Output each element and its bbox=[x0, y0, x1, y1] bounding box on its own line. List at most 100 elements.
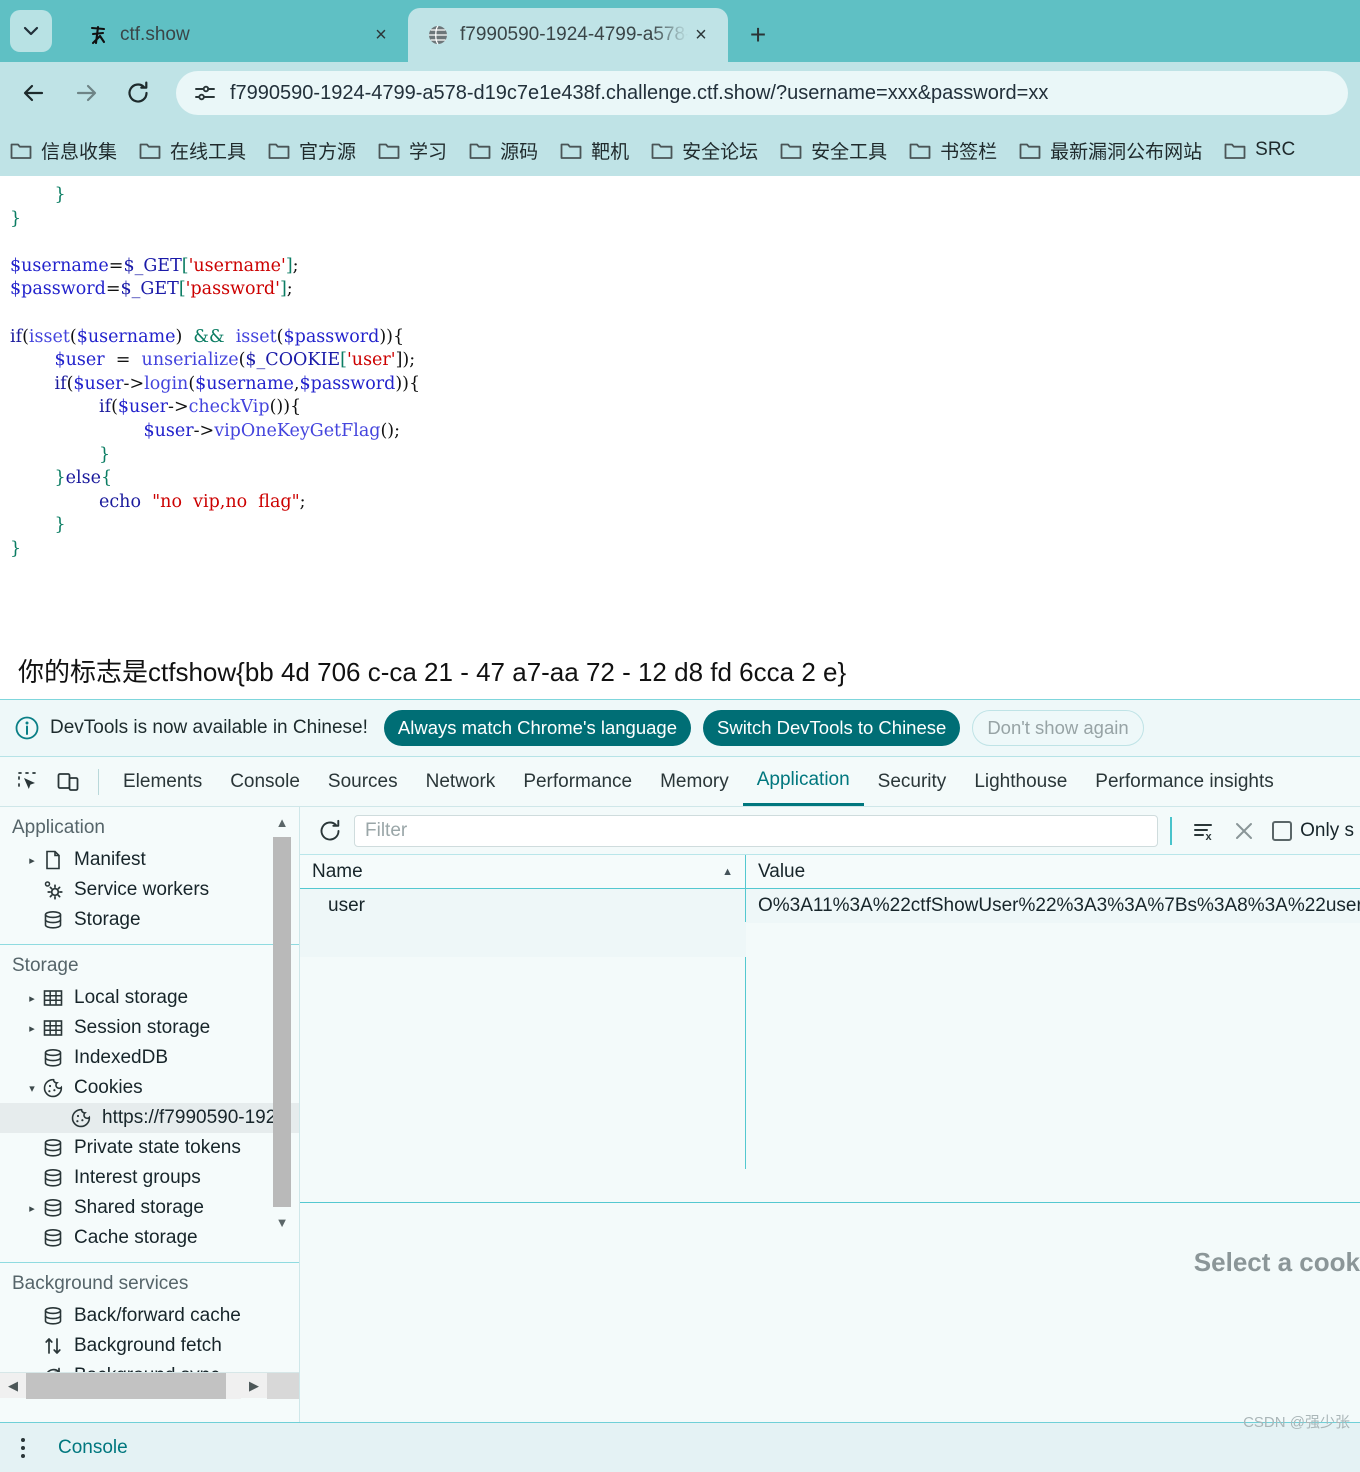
database-icon bbox=[40, 1197, 66, 1219]
drawer-more-options-icon[interactable] bbox=[10, 1438, 36, 1458]
forward-button[interactable] bbox=[64, 71, 108, 115]
switch-devtools-chinese-button[interactable]: Switch DevTools to Chinese bbox=[703, 710, 960, 746]
code-token: checkVip bbox=[189, 397, 270, 417]
sidebar-item-back-forward-cache[interactable]: ▸Back/forward cache bbox=[0, 1301, 299, 1331]
sidebar-item-manifest[interactable]: ▸Manifest bbox=[0, 845, 299, 875]
code-token: ) bbox=[175, 327, 193, 347]
expand-twisty-icon[interactable]: ▸ bbox=[24, 1202, 40, 1215]
devtools-tab-elements[interactable]: Elements bbox=[109, 757, 216, 806]
cookie-filter-input[interactable]: Filter bbox=[354, 815, 1158, 847]
sidebar-item-private-state-tokens[interactable]: ▸Private state tokens bbox=[0, 1133, 299, 1163]
tab-search-button[interactable] bbox=[10, 10, 52, 52]
sidebar-item-indexeddb[interactable]: ▸IndexedDB bbox=[0, 1043, 299, 1073]
sidebar-item-cookies[interactable]: ▾Cookies bbox=[0, 1073, 299, 1103]
table-row[interactable]: user O%3A11%3A%22ctfShowUser%22%3A3%3A%7… bbox=[300, 889, 1360, 923]
code-token: } bbox=[55, 515, 66, 535]
code-token: isset bbox=[29, 327, 70, 347]
scroll-down-arrow[interactable]: ▼ bbox=[273, 1211, 291, 1233]
bookmark-folder-0[interactable]: 信息收集 bbox=[10, 137, 117, 164]
code-token bbox=[141, 492, 152, 512]
sidebar-item-label: Shared storage bbox=[74, 1197, 204, 1219]
sidebar-item-session-storage[interactable]: ▸Session storage bbox=[0, 1013, 299, 1043]
refresh-icon[interactable] bbox=[312, 813, 348, 849]
gear-icon bbox=[40, 879, 66, 901]
clear-filtered-cookies-icon[interactable]: x bbox=[1184, 813, 1224, 849]
sidebar-item-label: Back/forward cache bbox=[74, 1305, 241, 1327]
hscroll-left-arrow[interactable]: ◀ bbox=[0, 1373, 26, 1399]
devtools-tab-sources[interactable]: Sources bbox=[314, 757, 412, 806]
code-token: echo bbox=[99, 492, 141, 512]
hscroll-thumb[interactable] bbox=[26, 1373, 226, 1399]
scroll-up-arrow[interactable]: ▲ bbox=[273, 811, 291, 833]
close-icon[interactable]: × bbox=[368, 22, 394, 48]
bookmark-folder-7[interactable]: 安全工具 bbox=[780, 137, 887, 164]
column-header-value[interactable]: Value bbox=[746, 855, 1360, 888]
sidebar-vertical-scrollbar[interactable]: ▲ ▼ bbox=[273, 811, 291, 1422]
code-token bbox=[10, 492, 99, 512]
browser-tab-2[interactable]: f7990590-1924-4799-a578-d × bbox=[408, 8, 728, 62]
devtools-tab-performance[interactable]: Performance bbox=[509, 757, 646, 806]
browser-tab-1[interactable]: ctf.show × bbox=[68, 8, 408, 62]
bookmark-folder-6[interactable]: 安全论坛 bbox=[651, 137, 758, 164]
folder-icon bbox=[1224, 140, 1246, 160]
bookmark-folder-10[interactable]: SRC bbox=[1224, 139, 1295, 161]
devtools-tab-security[interactable]: Security bbox=[864, 757, 961, 806]
bookmark-folder-8[interactable]: 书签栏 bbox=[909, 137, 997, 164]
reload-button[interactable] bbox=[116, 71, 160, 115]
sidebar-item-https-f7990590-192[interactable]: ▸https://f7990590-192 bbox=[0, 1103, 299, 1133]
new-tab-button[interactable]: + bbox=[736, 13, 780, 57]
devtools-tab-memory[interactable]: Memory bbox=[646, 757, 743, 806]
checkbox-box[interactable] bbox=[1272, 821, 1292, 841]
cookies-toolbar: Filter x Only s bbox=[300, 807, 1360, 855]
navigation-toolbar: f7990590-1924-4799-a578-d19c7e1e438f.cha… bbox=[0, 62, 1360, 124]
code-token: $username bbox=[77, 327, 176, 347]
code-token: ( bbox=[111, 397, 118, 417]
sidebar-item-cache-storage[interactable]: ▸Cache storage bbox=[0, 1223, 299, 1253]
code-token: ; bbox=[287, 279, 293, 299]
hscroll-track[interactable] bbox=[26, 1373, 241, 1399]
sidebar-item-storage[interactable]: ▸Storage bbox=[0, 905, 299, 935]
sidebar-item-interest-groups[interactable]: ▸Interest groups bbox=[0, 1163, 299, 1193]
close-icon[interactable]: × bbox=[688, 22, 714, 48]
bookmark-folder-4[interactable]: 源码 bbox=[469, 137, 538, 164]
php-source-code: }} $username=$_GET['username'];$password… bbox=[0, 176, 1360, 562]
device-toolbar-icon[interactable] bbox=[50, 764, 86, 800]
inspect-element-icon[interactable] bbox=[10, 764, 46, 800]
code-token bbox=[10, 350, 55, 370]
devtools-tab-performance-insights[interactable]: Performance insights bbox=[1081, 757, 1287, 806]
hscroll-right-arrow[interactable]: ▶ bbox=[241, 1373, 267, 1399]
code-line bbox=[10, 231, 1360, 255]
bookmark-folder-5[interactable]: 靶机 bbox=[560, 137, 629, 164]
expand-twisty-icon[interactable]: ▸ bbox=[24, 854, 40, 867]
clear-all-cookies-icon[interactable] bbox=[1224, 813, 1264, 849]
bookmark-folder-1[interactable]: 在线工具 bbox=[139, 137, 246, 164]
address-bar[interactable]: f7990590-1924-4799-a578-d19c7e1e438f.cha… bbox=[176, 71, 1348, 115]
sidebar-scroll-thumb[interactable] bbox=[273, 837, 291, 1207]
sidebar-item-local-storage[interactable]: ▸Local storage bbox=[0, 983, 299, 1013]
sidebar-item-background-fetch[interactable]: ▸Background fetch bbox=[0, 1331, 299, 1361]
bookmark-folder-9[interactable]: 最新漏洞公布网站 bbox=[1019, 137, 1202, 164]
column-header-name[interactable]: Name ▲ bbox=[300, 855, 746, 888]
devtools-tab-network[interactable]: Network bbox=[412, 757, 510, 806]
sidebar-horizontal-scrollbar[interactable]: ◀ ▶ bbox=[0, 1372, 299, 1398]
database-icon bbox=[40, 1305, 66, 1327]
site-settings-icon[interactable] bbox=[192, 80, 218, 106]
drawer-tab-console[interactable]: Console bbox=[58, 1437, 128, 1459]
devtools-tab-application[interactable]: Application bbox=[743, 757, 864, 806]
expand-twisty-icon[interactable]: ▸ bbox=[24, 1022, 40, 1035]
expand-twisty-icon[interactable]: ▸ bbox=[24, 992, 40, 1005]
bookmark-folder-3[interactable]: 学习 bbox=[378, 137, 447, 164]
code-token: $user bbox=[144, 421, 194, 441]
only-show-issues-checkbox[interactable]: Only s bbox=[1272, 820, 1354, 842]
back-button[interactable] bbox=[12, 71, 56, 115]
code-token: else bbox=[66, 468, 101, 488]
bookmark-folder-2[interactable]: 官方源 bbox=[268, 137, 356, 164]
devtools-tab-lighthouse[interactable]: Lighthouse bbox=[960, 757, 1081, 806]
sidebar-item-service-workers[interactable]: ▸Service workers bbox=[0, 875, 299, 905]
always-match-language-button[interactable]: Always match Chrome's language bbox=[384, 710, 691, 746]
devtools-tab-console[interactable]: Console bbox=[216, 757, 314, 806]
sidebar-item-shared-storage[interactable]: ▸ Shared storage bbox=[0, 1193, 299, 1223]
expand-twisty-icon[interactable]: ▾ bbox=[24, 1082, 40, 1095]
dont-show-again-button[interactable]: Don't show again bbox=[972, 710, 1143, 746]
toolbar-divider bbox=[98, 769, 99, 795]
